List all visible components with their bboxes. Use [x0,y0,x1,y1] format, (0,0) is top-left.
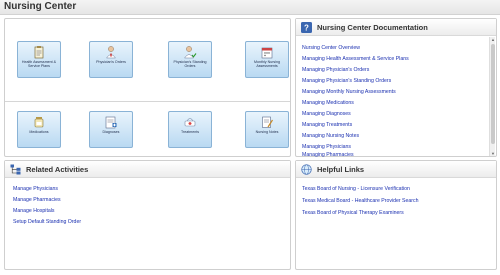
documentation-panel: ? Nursing Center Documentation Nursing C… [295,18,497,158]
helpful-links-header: Helpful Links [296,161,496,178]
tile-medications[interactable]: Medications [17,111,61,148]
page-title: Nursing Center [4,1,77,12]
scrollbar-thumb[interactable] [491,44,495,144]
title-bar: Nursing Center [0,0,500,15]
globe-icon [301,164,312,175]
related-link[interactable]: Manage Physicians [13,186,58,192]
documentation-title: Nursing Center Documentation [317,23,428,32]
doc-link[interactable]: Managing Physicians [302,144,351,150]
diagnosis-icon [105,116,117,129]
scroll-down-icon[interactable]: ▼ [490,151,496,156]
doc-link[interactable]: Nursing Center Overview [302,45,360,51]
calendar-icon [261,47,273,59]
hierarchy-icon [10,164,21,175]
tile-treatments[interactable]: Treatments [168,111,212,148]
doc-link[interactable]: Managing Monthly Nursing Assessments [302,89,396,95]
scroll-up-icon[interactable]: ▲ [490,37,496,42]
helpful-link[interactable]: Texas Medical Board - Healthcare Provide… [302,198,418,204]
medication-icon [34,117,44,128]
tile-label: Monthly Nursing Assessments [254,60,280,68]
helpful-link[interactable]: Texas Board of Nursing - Licensure Verif… [302,186,410,192]
tile-health-assessment[interactable]: Health Assessment & Service Plans [17,41,61,78]
related-activities-title: Related Activities [26,165,89,174]
tile-label: Diagnoses [102,130,120,134]
clipboard-icon [34,46,44,59]
tile-label: Nursing Notes [255,130,279,134]
tile-label: Treatments [180,130,200,134]
treatment-icon [184,118,196,127]
tile-physicians-standing-orders[interactable]: Physician's Standing Orders [168,41,212,78]
doc-link[interactable]: Managing Nursing Notes [302,133,359,139]
tile-label: Medications [29,130,49,134]
related-link[interactable]: Manage Hospitals [13,208,55,214]
tile-label: Health Assessment & Service Plans [21,60,57,68]
related-activities-header: Related Activities [5,161,290,178]
doc-link[interactable]: Managing Treatments [302,122,352,128]
tile-monthly-nursing-assessments[interactable]: Monthly Nursing Assessments [245,41,289,78]
helpful-links-panel: Helpful Links Texas Board of Nursing - L… [295,160,497,270]
doc-link[interactable]: Managing Diagnoses [302,111,351,117]
doc-link[interactable]: Managing Health Assessment & Service Pla… [302,56,409,62]
physician-icon [106,46,116,59]
documentation-header: ? Nursing Center Documentation [296,19,496,36]
doc-link[interactable]: Managing Physician's Standing Orders [302,78,391,84]
related-link[interactable]: Setup Default Standing Order [13,219,81,225]
tile-diagnoses[interactable]: Diagnoses [89,111,133,148]
tile-label: Physician's Standing Orders [173,60,207,68]
tiles-divider [5,101,290,102]
related-link[interactable]: Manage Pharmacies [13,197,61,203]
svg-text:?: ? [304,24,309,33]
tiles-panel: Health Assessment & Service Plans Physic… [4,18,291,157]
tile-label: Physician's Orders [96,60,126,64]
doc-link[interactable]: Managing Pharmacies [302,152,354,158]
physician-check-icon [184,46,197,59]
doc-link[interactable]: Managing Physician's Orders [302,67,369,73]
doc-link[interactable]: Managing Medications [302,100,354,106]
helpful-link[interactable]: Texas Board of Physical Therapy Examiner… [302,210,404,216]
helpful-links-title: Helpful Links [317,165,365,174]
tile-physicians-orders[interactable]: Physician's Orders [89,41,133,78]
notes-icon [262,116,274,128]
documentation-scrollbar[interactable]: ▲ ▼ [489,37,495,156]
related-activities-panel: Related Activities Manage Physicians Man… [4,160,291,270]
tile-nursing-notes[interactable]: Nursing Notes [245,111,289,148]
help-icon: ? [301,22,312,33]
